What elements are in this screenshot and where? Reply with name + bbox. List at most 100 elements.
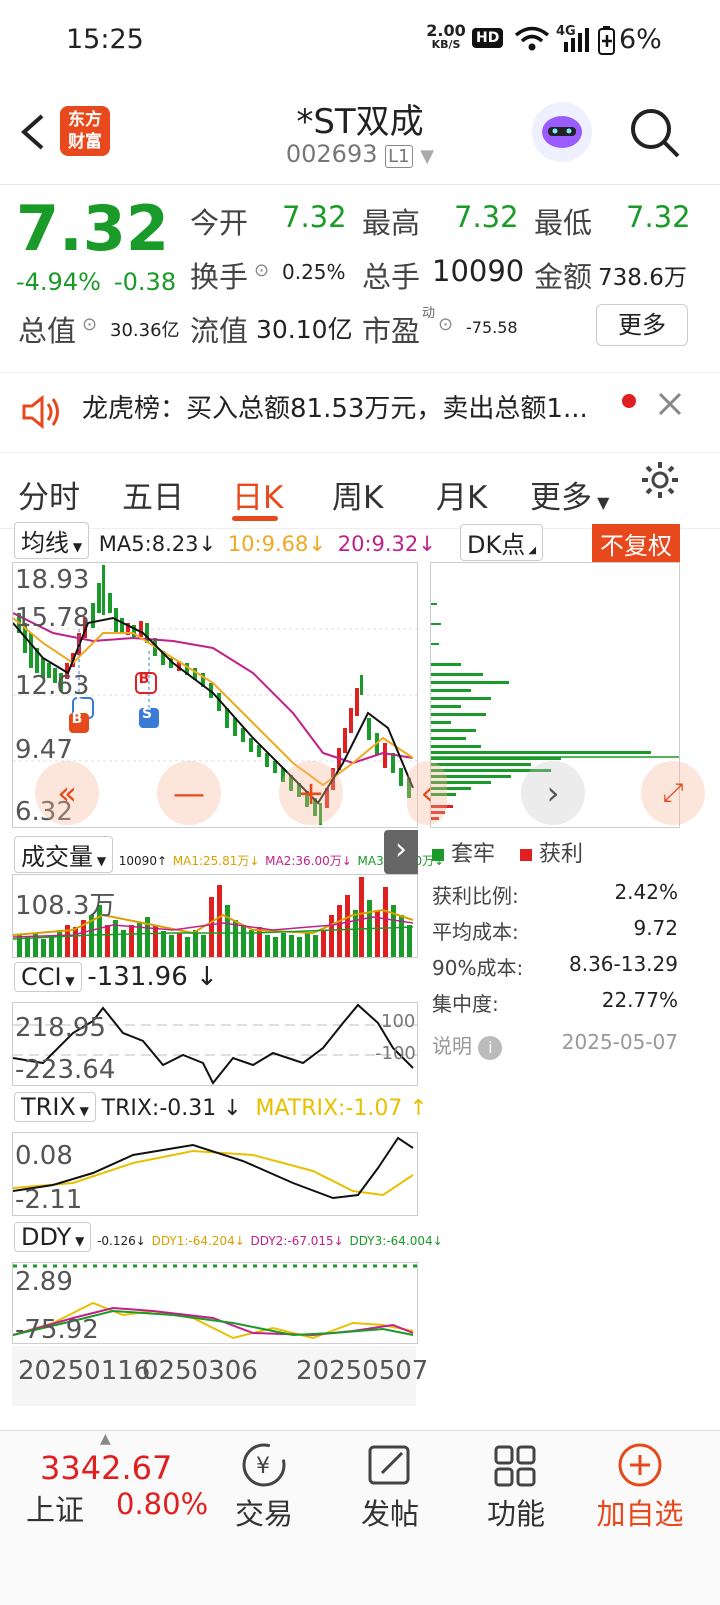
- float-value: 30.10亿: [256, 315, 353, 344]
- robot-assistant-icon[interactable]: [532, 102, 592, 162]
- ddy1-value: DDY1:-64.204↓: [151, 1234, 245, 1248]
- grid-icon: [494, 1445, 536, 1487]
- volume-ma1: MA1:25.81万↓: [172, 854, 260, 868]
- expand-panel-button[interactable]: ›: [384, 830, 418, 874]
- low-value: 7.32: [626, 200, 691, 234]
- tab-more[interactable]: 更多 ▼: [530, 472, 609, 517]
- tab-intraday[interactable]: 分时: [18, 472, 80, 517]
- k-chart[interactable]: 18.93 15.78 12.63 9.47 6.32 S B S B « — …: [12, 562, 418, 828]
- wifi-icon: [514, 26, 550, 51]
- period-tabs: 分时 五日 日K 周K 月K 更多 ▼: [0, 452, 720, 529]
- tab-monthly-k[interactable]: 月K: [436, 472, 487, 517]
- ddy-chart: 2.89 -75.92: [12, 1262, 418, 1345]
- sell-signal: S: [75, 693, 87, 709]
- collapse-left-button[interactable]: ‹: [407, 761, 447, 825]
- index-percent: 0.80%: [116, 1487, 209, 1521]
- chevron-down-icon: ▼: [420, 146, 435, 167]
- volume-axis-label: 108.3万: [15, 891, 116, 921]
- volume-select[interactable]: 成交量 ▼: [14, 836, 114, 873]
- trade-icon: ¥: [242, 1443, 286, 1487]
- battery-level: 6%: [619, 24, 662, 55]
- signal-icon: [564, 28, 589, 52]
- trix-header: TRIX ▼ TRIX:-0.31 ↓ MATRIX:-1.07 ↑: [14, 1092, 428, 1122]
- chevron-right-icon[interactable]: ›: [521, 761, 585, 825]
- stock-code: 002693: [285, 140, 378, 168]
- svg-text:¥: ¥: [256, 1454, 270, 1479]
- nav-trade[interactable]: ¥ 交易: [204, 1431, 324, 1601]
- zoom-out-button[interactable]: —: [157, 761, 221, 825]
- turnover-label: 换手: [190, 260, 249, 294]
- volume-header: 成交量 ▼ 10090↑ MA1:25.81万↓ MA2:36.00万↓ MA3…: [14, 836, 444, 873]
- search-icon[interactable]: [628, 106, 682, 160]
- sell-signal: S: [141, 706, 153, 722]
- open-label: 今开: [190, 206, 249, 240]
- cci-axis-label: 218.95: [15, 1013, 106, 1043]
- chip-row: 获利比例: 2.42%: [432, 880, 678, 908]
- zoom-in-button[interactable]: +: [279, 761, 343, 825]
- speaker-icon: [22, 394, 59, 430]
- settings-icon[interactable]: [640, 460, 680, 500]
- cci-header: CCI ▼ -131.96 ↓: [14, 962, 218, 992]
- info-icon[interactable]: ⊙: [254, 260, 269, 281]
- plus-circle-icon: [618, 1443, 662, 1487]
- pe-value: -75.58: [466, 318, 518, 337]
- buy-signal: B: [71, 711, 83, 727]
- change-percent: -4.94%: [16, 268, 101, 296]
- low-label: 最低: [534, 206, 593, 240]
- ddy-header: DDY ▼ -0.126↓ DDY1:-64.204↓ DDY2:-67.015…: [14, 1222, 443, 1252]
- dragon-tiger-notice[interactable]: 龙虎榜 ：买入总额81.53万元，卖出总额1...: [0, 372, 720, 453]
- date-label: 20250507: [296, 1356, 429, 1386]
- brand-logo[interactable]: 东方 财富: [60, 106, 110, 156]
- level-badge: L1: [385, 145, 413, 168]
- tab-weekly-k[interactable]: 周K: [332, 472, 383, 517]
- notice-text: ：买入总额81.53万元，卖出总额1...: [160, 394, 588, 424]
- open-value: 7.32: [282, 200, 347, 234]
- info-icon[interactable]: ⊙: [438, 314, 453, 335]
- back-icon[interactable]: [18, 112, 48, 152]
- trix-select[interactable]: TRIX ▼: [14, 1092, 96, 1122]
- cci-select[interactable]: CCI ▼: [14, 962, 82, 992]
- adjust-toggle[interactable]: 不复权: [592, 524, 680, 563]
- ddy3-value: DDY3:-64.004↓: [349, 1234, 443, 1248]
- ddy-select[interactable]: DDY ▼: [14, 1222, 92, 1252]
- info-icon[interactable]: ⊙: [82, 314, 97, 335]
- nav-add-watchlist[interactable]: 加自选: [580, 1431, 700, 1601]
- chip-distribution[interactable]: ‹ › ⤢: [407, 562, 705, 828]
- tab-daily-k[interactable]: 日K: [232, 472, 283, 517]
- bottom-bar: ▲ 3342.67 上证 0.80% ¥ 交易 发帖 功能 加自选: [0, 1430, 720, 1605]
- date-label: 0250306: [142, 1356, 258, 1386]
- trix-value: TRIX:-0.31: [101, 1096, 217, 1121]
- battery-icon: [598, 26, 615, 55]
- ma10-value: 10:9.68: [227, 532, 309, 556]
- trix-axis-label: -2.11: [15, 1185, 83, 1215]
- chip-row: 集中度: 22.77%: [432, 988, 678, 1016]
- edit-icon: [368, 1445, 410, 1485]
- price: 7.32: [16, 192, 169, 265]
- dk-point-select[interactable]: DK点 ◢: [460, 524, 544, 561]
- index-widget[interactable]: ▲ 3342.67 上证 0.80%: [20, 1431, 208, 1601]
- unread-dot: [622, 394, 636, 408]
- ma-select[interactable]: 均线 ▼: [14, 522, 90, 559]
- nav-bar: 东方 财富 *ST双成 002693 L1 ▼: [0, 84, 720, 185]
- volume-ma2: MA2:36.00万↓: [265, 854, 352, 868]
- expand-icon[interactable]: ⤢: [641, 761, 705, 825]
- turnover-value: 0.25%: [282, 260, 346, 284]
- date-label: 20250116: [18, 1356, 151, 1386]
- buy-signal: B: [138, 671, 150, 687]
- quote-panel: 7.32 -4.94% -0.38 今开 7.32 最高 7.32 最低 7.3…: [0, 184, 720, 373]
- stock-code-row[interactable]: 002693 L1 ▼: [200, 140, 520, 168]
- date-axis: 20250116 0250306 20250507: [12, 1346, 428, 1406]
- change-amount: -0.38: [114, 268, 177, 296]
- chip-stats: 获利比例: 2.42% 平均成本: 9.72 90%成本: 8.36-13.29 集中…: [432, 880, 680, 1024]
- scroll-left-button[interactable]: «: [35, 761, 99, 825]
- nav-functions[interactable]: 功能: [456, 1431, 576, 1601]
- cci-axis-label: -223.64: [15, 1055, 116, 1085]
- more-button[interactable]: 更多: [596, 304, 688, 346]
- ma-header: 均线 ▼ MA5:8.23↓ 10:9.68↓ 20:9.32↓: [14, 522, 436, 559]
- tab-five-day[interactable]: 五日: [122, 472, 184, 517]
- nav-post[interactable]: 发帖: [330, 1431, 450, 1601]
- close-icon[interactable]: [656, 390, 684, 418]
- chip-row: 平均成本: 9.72: [432, 916, 678, 944]
- cci-chart: 218.95 -223.64 100 -100: [12, 1002, 418, 1086]
- chip-note-row[interactable]: 说明 i 2025-05-07: [432, 1030, 680, 1060]
